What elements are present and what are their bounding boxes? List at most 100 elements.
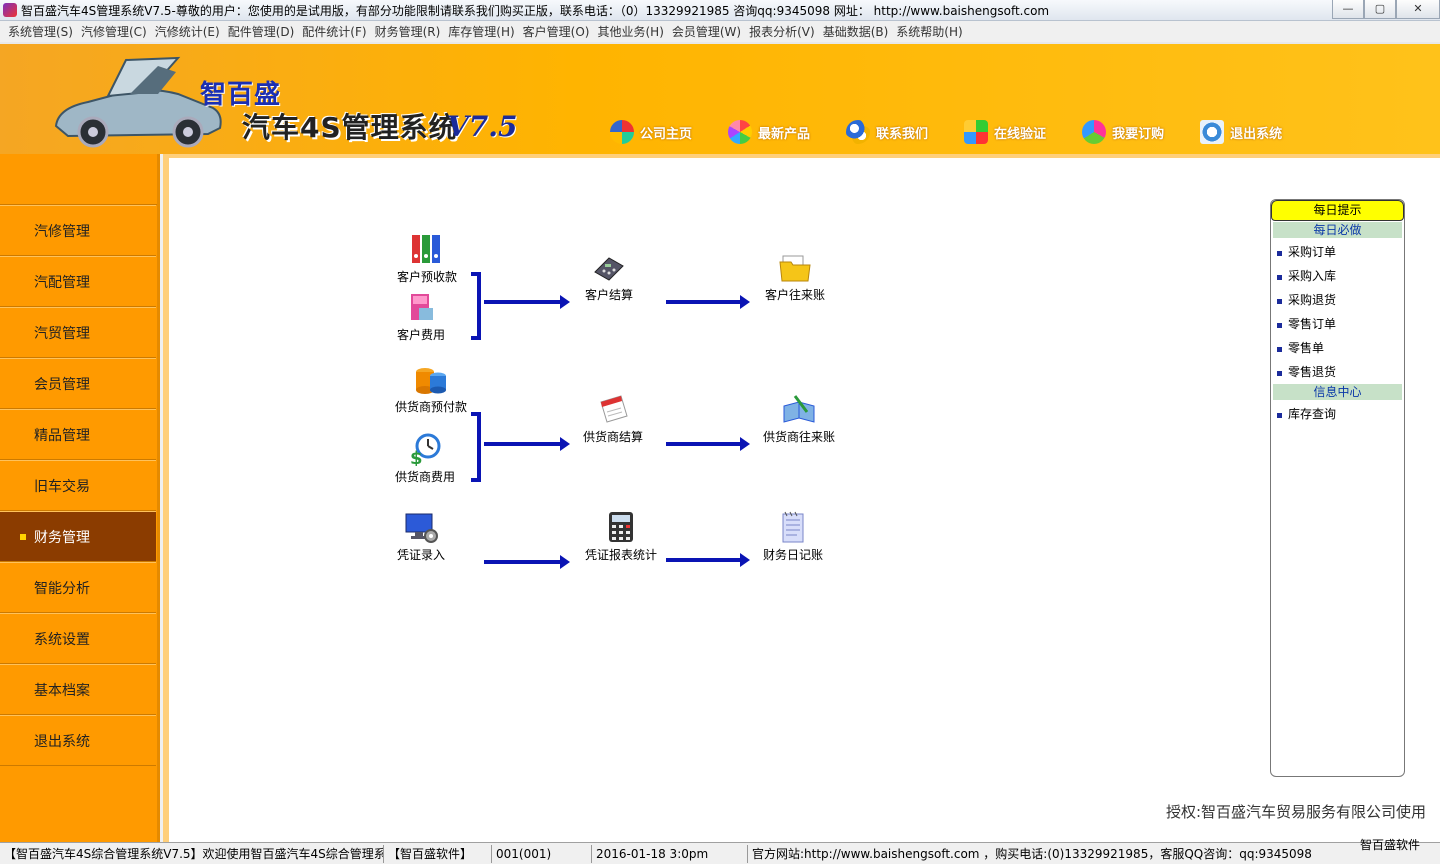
sidebar-item-trade[interactable]: 汽贸管理 — [0, 307, 156, 358]
customer-account-label: 客户往来账 — [765, 288, 826, 302]
tip-label: 采购退货 — [1288, 292, 1337, 307]
chain-icon — [846, 120, 871, 144]
link-products-label: 最新产品 — [758, 126, 811, 142]
system-name: 汽车4S管理系统 — [242, 111, 458, 144]
sidebar-item-repair[interactable]: 汽修管理 — [0, 205, 156, 256]
tip-purchase-in[interactable]: 采购入库 — [1271, 263, 1404, 287]
voucher-report-node[interactable]: 凭证报表统计 — [585, 510, 657, 563]
customer-prepay-node[interactable]: 客户预收款 — [397, 232, 457, 285]
tip-retail-sale[interactable]: 零售单 — [1271, 335, 1404, 359]
sidebar-item-label: 汽修管理 — [34, 223, 90, 240]
main-panel: 客户预收款 客户费用 客户结算 客户往来账 供货商预付款 $ 供货商费用 供货商… — [163, 154, 1440, 842]
tip-label: 零售订单 — [1288, 316, 1337, 331]
sidebar-item-boutique[interactable]: 精品管理 — [0, 409, 156, 460]
sidebar-item-exit[interactable]: 退出系统 — [0, 715, 156, 766]
menu-other[interactable]: 其他业务(H) — [593, 23, 667, 40]
link-verify[interactable]: 在线验证 — [964, 120, 1046, 144]
minimize-button[interactable]: — — [1332, 0, 1364, 19]
link-home-label: 公司主页 — [640, 126, 693, 142]
folder-icon — [779, 255, 811, 282]
sidebar-item-member[interactable]: 会员管理 — [0, 358, 156, 409]
menu-help[interactable]: 系统帮助(H) — [892, 23, 966, 40]
customer-settle-node[interactable]: 客户结算 — [585, 250, 633, 303]
customer-fee-label: 客户费用 — [397, 328, 446, 342]
menu-finance[interactable]: 财务管理(R) — [371, 23, 445, 40]
voucher-entry-label: 凭证录入 — [397, 548, 446, 562]
customer-fee-node[interactable]: 客户费用 — [397, 290, 445, 343]
tip-purchase-return[interactable]: 采购退货 — [1271, 287, 1404, 311]
status-bar: 【智百盛汽车4S综合管理系统V7.5】欢迎使用智百盛汽车4S综合管理系 【智百盛… — [0, 842, 1440, 864]
menu-repair[interactable]: 汽修管理(C) — [77, 23, 151, 40]
link-products[interactable]: 最新产品 — [728, 120, 810, 144]
tip-retail-return[interactable]: 零售退货 — [1271, 359, 1404, 383]
voucher-report-label: 凭证报表统计 — [585, 548, 658, 562]
gem-icon — [1082, 120, 1107, 144]
link-contact[interactable]: 联系我们 — [846, 120, 928, 144]
link-order[interactable]: 我要订购 — [1082, 120, 1164, 144]
finance-journal-node[interactable]: 财务日记账 — [763, 510, 823, 563]
bullet-icon — [1277, 298, 1282, 304]
tip-label: 库存查询 — [1288, 406, 1337, 421]
supplier-fee-label: 供货商费用 — [395, 470, 456, 484]
supplier-fee-node[interactable]: $ 供货商费用 — [395, 432, 455, 485]
tip-label: 零售退货 — [1288, 364, 1337, 379]
status-welcome: 【智百盛汽车4S综合管理系统V7.5】欢迎使用智百盛汽车4S综合管理系 — [0, 844, 384, 863]
status-company: 【智百盛软件】 — [384, 844, 492, 863]
link-order-label: 我要订购 — [1112, 126, 1165, 142]
supplier-prepay-label: 供货商预付款 — [395, 400, 468, 414]
finance-journal-label: 财务日记账 — [763, 548, 824, 562]
link-contact-label: 联系我们 — [876, 126, 929, 142]
maximize-button[interactable]: ▢ — [1364, 0, 1396, 19]
sidebar-item-settings[interactable]: 系统设置 — [0, 613, 156, 664]
customer-account-node[interactable]: 客户往来账 — [765, 250, 825, 303]
svg-text:$: $ — [410, 448, 423, 466]
voucher-entry-node[interactable]: 凭证录入 — [397, 510, 445, 563]
status-operator: 001(001) — [492, 844, 592, 863]
close-button[interactable]: ✕ — [1396, 0, 1440, 19]
supplier-settle-node[interactable]: 供货商结算 — [583, 392, 643, 445]
sidebar-item-label: 基本档案 — [34, 682, 90, 699]
tip-purchase-order[interactable]: 采购订单 — [1271, 239, 1404, 263]
bullet-icon — [1277, 346, 1282, 352]
sidebar-item-label: 系统设置 — [34, 631, 90, 648]
window-title: 智百盛汽车4S管理系统V7.5-尊敬的用户：您使用的是试用版，有部分功能限制请联… — [21, 3, 1050, 18]
bullet-icon — [1277, 250, 1282, 256]
supplier-arrow-2 — [666, 437, 750, 451]
supplier-account-label: 供货商往来账 — [763, 430, 836, 444]
sidebar-item-used-car[interactable]: 旧车交易 — [0, 460, 156, 511]
bullet-icon — [1277, 370, 1282, 376]
link-exit-label: 退出系统 — [1230, 126, 1283, 142]
menu-system[interactable]: 系统管理(S) — [4, 23, 77, 40]
sidebar-item-label: 精品管理 — [34, 427, 90, 444]
tip-stock-query[interactable]: 库存查询 — [1271, 401, 1404, 425]
tips-section-daily: 每日必做 — [1273, 222, 1402, 238]
tip-retail-order[interactable]: 零售订单 — [1271, 311, 1404, 335]
link-home[interactable]: 公司主页 — [610, 120, 692, 144]
version-label: V7.5 — [447, 110, 518, 143]
menu-customer[interactable]: 客户管理(O) — [519, 23, 594, 40]
sidebar: 汽修管理 汽配管理 汽贸管理 会员管理 精品管理 旧车交易 财务管理 智能分析 … — [0, 154, 160, 842]
bullet-icon — [1277, 274, 1282, 280]
supplier-prepay-node[interactable]: 供货商预付款 — [395, 362, 467, 415]
menu-reports[interactable]: 报表分析(V) — [745, 23, 819, 40]
menu-parts[interactable]: 配件管理(D) — [224, 23, 299, 40]
menu-parts-stats[interactable]: 配件统计(F) — [298, 23, 370, 40]
sidebar-item-finance[interactable]: 财务管理 — [0, 511, 156, 562]
bullet-icon — [1277, 412, 1282, 418]
sidebar-item-archive[interactable]: 基本档案 — [0, 664, 156, 715]
supplier-account-node[interactable]: 供货商往来账 — [763, 392, 835, 445]
sidebar-item-parts[interactable]: 汽配管理 — [0, 256, 156, 307]
bullet-icon — [1277, 322, 1282, 328]
menu-basic-data[interactable]: 基础数据(B) — [819, 23, 893, 40]
link-exit[interactable]: 退出系统 — [1200, 120, 1282, 144]
tip-label: 采购订单 — [1288, 244, 1337, 259]
header-banner: 智百盛 汽车4S管理系统 V7.5 公司主页 最新产品 联系我们 在线验证 我要… — [0, 42, 1440, 154]
menu-repair-stats[interactable]: 汽修统计(E) — [151, 23, 224, 40]
menu-member[interactable]: 会员管理(W) — [668, 23, 745, 40]
sidebar-item-label: 退出系统 — [34, 733, 90, 750]
menu-inventory[interactable]: 库存管理(H) — [444, 23, 518, 40]
sidebar-item-analysis[interactable]: 智能分析 — [0, 562, 156, 613]
app-icon — [3, 3, 17, 17]
menu-bar: 系统管理(S) 汽修管理(C) 汽修统计(E) 配件管理(D) 配件统计(F) … — [0, 21, 1440, 42]
tip-label: 采购入库 — [1288, 268, 1337, 283]
